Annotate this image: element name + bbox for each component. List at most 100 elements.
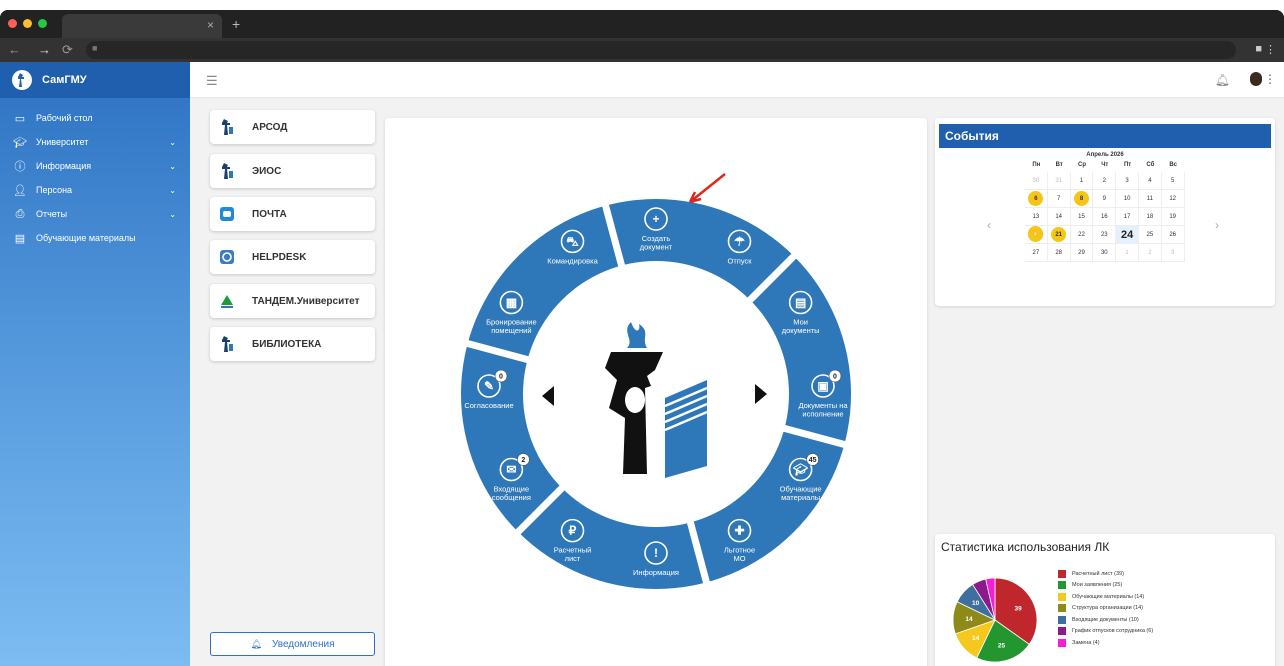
url-input[interactable]: ■: [86, 41, 1236, 59]
weekday-label: Пт: [1123, 162, 1132, 168]
day-number: 30: [1100, 249, 1108, 256]
calendar-day[interactable]: 3: [1161, 244, 1185, 262]
calendar-day[interactable]: 28: [1047, 244, 1071, 262]
calendar-day[interactable]: 15: [1070, 208, 1094, 226]
reload-icon[interactable]: ⟳: [62, 42, 73, 58]
sidebar-item-2[interactable]: ⓘ Информация ⌄: [0, 154, 190, 178]
calendar-prev-icon[interactable]: ‹: [987, 218, 991, 232]
browser-tab[interactable]: ×: [62, 14, 222, 38]
brand[interactable]: СамГМУ: [0, 62, 190, 98]
app-button-5[interactable]: БИБЛИОТЕКА: [210, 327, 375, 361]
legend-label: График отпусков сотрудника (6): [1072, 628, 1154, 635]
window-dot-2[interactable]: [38, 19, 47, 28]
day-number: 15: [1078, 213, 1085, 220]
calendar-day[interactable]: 1: [1070, 172, 1094, 190]
day-number: 3: [1171, 249, 1175, 256]
samgmu-logo-icon: [220, 163, 234, 179]
calendar-day[interactable]: 31: [1047, 172, 1071, 190]
calendar-day[interactable]: 13: [1025, 208, 1048, 226]
day-number: 2: [1102, 177, 1106, 184]
browser-menu-icon[interactable]: ⋮: [1265, 43, 1276, 56]
calendar-day[interactable]: 9: [1093, 190, 1117, 208]
calendar-day-today[interactable]: 24: [1116, 226, 1139, 244]
calendar-day[interactable]: 30: [1025, 172, 1048, 190]
calendar-day[interactable]: 30: [1093, 244, 1117, 262]
day-number: 19: [1169, 213, 1177, 220]
calendar-day[interactable]: 18: [1138, 208, 1162, 226]
calendar-day[interactable]: 19: [1161, 208, 1185, 226]
avatar[interactable]: [1250, 72, 1262, 86]
chevron-down-icon[interactable]: ⌄: [169, 138, 176, 147]
sidebar-item-0[interactable]: ▭ Рабочий стол: [0, 106, 190, 130]
window-controls[interactable]: [8, 19, 47, 28]
samgmu-logo-icon: [12, 70, 32, 90]
back-icon[interactable]: ←: [8, 42, 21, 57]
sidebar-item-1[interactable]: 🎓︎ Университет ⌄: [0, 130, 190, 154]
pie-slice-label: 25: [998, 643, 1006, 650]
app-button-3[interactable]: HELPDESK: [210, 240, 375, 274]
calendar-day[interactable]: 4: [1138, 172, 1162, 190]
calendar-day[interactable]: 14: [1047, 208, 1071, 226]
calendar-day[interactable]: 3: [1116, 172, 1139, 190]
calendar-day[interactable]: 23: [1093, 226, 1117, 244]
chevron-down-icon[interactable]: ⌄: [169, 162, 176, 171]
calendar-day[interactable]: 27: [1025, 244, 1048, 262]
weekday-label: Пн: [1032, 162, 1041, 168]
calendar-month: Апрель 2026: [1086, 152, 1124, 158]
calendar-day[interactable]: 6: [1025, 190, 1048, 208]
calendar-day[interactable]: 22: [1070, 226, 1094, 244]
calendar-day[interactable]: 2: [1138, 244, 1162, 262]
legend-label: Замена (4): [1072, 639, 1100, 646]
app-button-1[interactable]: ЭИОС: [210, 154, 375, 188]
beach-umbrella-icon: ☂: [734, 234, 745, 248]
profile-icon[interactable]: ■: [1255, 43, 1262, 55]
day-number: 27: [1032, 249, 1040, 256]
bell-icon[interactable]: 🔔︎: [1215, 73, 1230, 87]
app-button-0[interactable]: АРСОД: [210, 110, 375, 144]
app-button-4[interactable]: ТАНДЕМ.Университет: [210, 284, 375, 318]
calendar-day[interactable]: 2: [1093, 172, 1117, 190]
forward-icon[interactable]: →: [38, 42, 51, 57]
window-dot-1[interactable]: [23, 19, 32, 28]
close-tab-icon[interactable]: ×: [207, 18, 214, 32]
more-options-icon[interactable]: ⋮: [1264, 72, 1276, 86]
calendar-day[interactable]: 5: [1161, 172, 1185, 190]
calendar-next-icon[interactable]: ›: [1215, 218, 1219, 232]
notifications-button[interactable]: 🔔︎ Уведомления: [210, 632, 375, 656]
content-area: АРСОД ЭИОС ПОЧТА HELPDESK ТАНДЕМ.Университет…: [190, 98, 1284, 666]
notification-badge: 2: [521, 457, 525, 464]
legend-item: Обучающие материалы (14): [1058, 591, 1153, 603]
sidebar-item-3[interactable]: 👤︎ Персона ⌄: [0, 178, 190, 202]
calendar-day[interactable]: 29: [1070, 244, 1094, 262]
calendar-day[interactable]: 12: [1161, 190, 1185, 208]
events-title: События: [939, 124, 1271, 148]
calendar-day[interactable]: 203: [1025, 226, 1048, 244]
app-button-2[interactable]: ПОЧТА: [210, 197, 375, 231]
plus-icon: +: [652, 212, 659, 226]
calendar-day[interactable]: 7: [1047, 190, 1071, 208]
calendar-day[interactable]: 25: [1138, 226, 1162, 244]
legend-item: График отпусков сотрудника (6): [1058, 626, 1153, 638]
hamburger-menu-icon[interactable]: ☰: [206, 73, 218, 89]
calendar-day[interactable]: 21: [1047, 226, 1071, 244]
calendar-day[interactable]: 1: [1116, 244, 1139, 262]
weekday-label: Ср: [1077, 162, 1086, 168]
sidebar-item-5[interactable]: ▤ Обучающие материалы: [0, 226, 190, 250]
legend-item: Структура организации (14): [1058, 603, 1153, 615]
chevron-down-icon[interactable]: ⌄: [169, 186, 176, 195]
calendar-day[interactable]: 10: [1116, 190, 1139, 208]
day-number: 30: [1032, 177, 1040, 184]
new-tab-icon[interactable]: +: [232, 16, 240, 32]
graduation-cap-icon: 🎓︎: [13, 136, 27, 149]
car-icon: ⛍: [566, 234, 579, 248]
calendar-day[interactable]: 17: [1116, 208, 1139, 226]
sidebar-item-4[interactable]: ⎙ Отчеты ⌄: [0, 202, 190, 226]
notification-badge: 0: [499, 374, 503, 381]
chevron-down-icon[interactable]: ⌄: [169, 210, 176, 219]
day-number: 13: [1032, 213, 1040, 220]
calendar-day[interactable]: 11: [1138, 190, 1162, 208]
window-dot-0[interactable]: [8, 19, 17, 28]
calendar-day[interactable]: 16: [1093, 208, 1117, 226]
calendar-day[interactable]: 8: [1070, 190, 1094, 208]
calendar-day[interactable]: 26: [1161, 226, 1185, 244]
